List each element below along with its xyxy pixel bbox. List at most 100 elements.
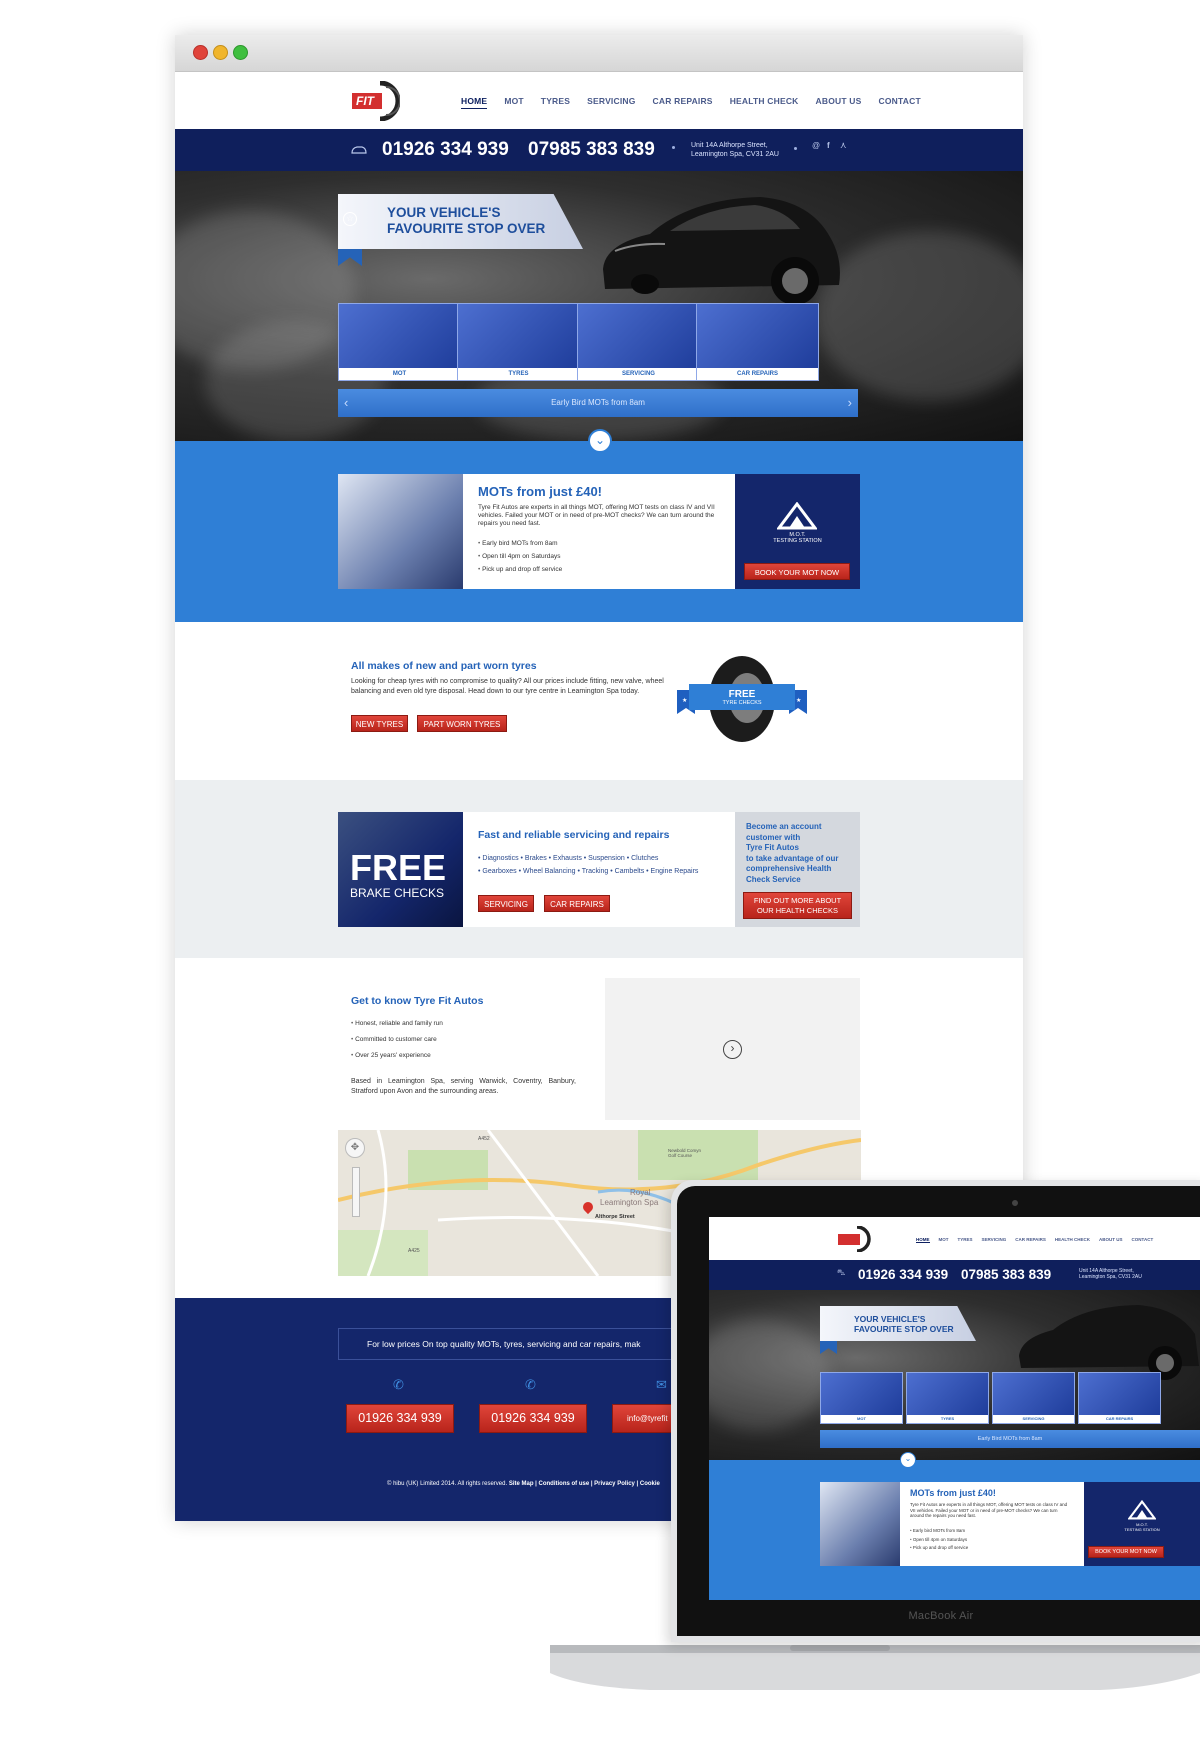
main-navigation: HOME MOT TYRES SERVICING CAR REPAIRS HEALTH C… — [461, 96, 938, 109]
scroll-down-icon[interactable]: ⌄ — [588, 429, 612, 453]
footer-links[interactable]: Site Map | Conditions of use | Privacy P… — [509, 1481, 660, 1487]
laptop-base — [550, 1645, 1200, 1690]
email-icon[interactable]: @ — [812, 141, 820, 150]
laptop-contact-bar: ⛍ 01926 334 939 07985 383 839 Unit 14A A… — [709, 1260, 1200, 1290]
laptop-nav-item-about-us[interactable]: ABOUT US — [1099, 1237, 1123, 1243]
separator-dot — [672, 146, 675, 149]
laptop-nav-item-health-check[interactable]: HEALTH CHECK — [1055, 1237, 1090, 1243]
mot-bullet: • Pick up and drop off service — [478, 566, 562, 573]
svg-text:★: ★ — [796, 697, 801, 704]
footer-copyright-line: © hibu (UK) Limited 2014. All rights res… — [387, 1481, 660, 1487]
footer-email-button[interactable]: info@tyrefit — [612, 1404, 672, 1433]
laptop-slider[interactable]: Early Bird MOTs from 8am — [820, 1430, 1200, 1448]
servicing-card: FREE BRAKE CHECKS Fast and reliable serv… — [338, 812, 860, 927]
account-promo-line: customer with — [746, 832, 801, 842]
free-heading: FREE — [350, 847, 447, 888]
site-logo[interactable]: FIT — [350, 80, 401, 122]
nav-item-about-us[interactable]: ABOUT US — [816, 96, 862, 109]
laptop-nav-item-servicing[interactable]: SERVICING — [982, 1237, 1007, 1243]
mot-bullet-text: Open till 4pm on Saturdays — [482, 553, 561, 560]
servicing-button[interactable]: SERVICING — [478, 895, 534, 912]
hero-slider[interactable]: ‹ Early Bird MOTs from 8am › — [338, 389, 858, 417]
service-tile-mot[interactable]: MOT — [338, 303, 461, 381]
minimize-dot-icon[interactable] — [213, 45, 228, 60]
laptop-nav-item-contact[interactable]: CONTACT — [1132, 1237, 1154, 1243]
nav-item-mot[interactable]: MOT — [504, 96, 523, 109]
nav-item-servicing[interactable]: SERVICING — [587, 96, 635, 109]
laptop-hero: YOUR VEHICLE'S FAVOURITE STOP OVER MOT TY… — [709, 1290, 1200, 1460]
play-icon[interactable]: › — [723, 1040, 742, 1059]
laptop-car-image — [1019, 1305, 1199, 1380]
service-tile-tyres[interactable]: TYRES — [457, 303, 580, 381]
mot-section: ⌄ MOTs from just £40! Tyre Fit Autos are… — [175, 429, 1023, 622]
laptop-nav-item-tyres[interactable]: TYRES — [958, 1237, 973, 1243]
phone-icon: ✆ — [525, 1377, 536, 1392]
tyres-title: All makes of new and part worn tyres — [351, 660, 537, 672]
nav-item-health-check[interactable]: HEALTH CHECK — [730, 96, 799, 109]
laptop-service-tile-car-repairs[interactable]: CAR REPAIRS — [1078, 1372, 1161, 1424]
laptop-service-tile-tyres[interactable]: TYRES — [906, 1372, 989, 1424]
laptop-scroll-down-icon[interactable]: ⌄ — [900, 1452, 916, 1468]
map-pan-control-icon[interactable]: ✥ — [345, 1138, 365, 1158]
laptop-book-mot-button[interactable]: BOOK YOUR MOT NOW — [1088, 1546, 1164, 1558]
facebook-icon[interactable]: f — [827, 141, 830, 150]
address: Unit 14A Althorpe Street, Leamington Spa… — [691, 141, 779, 159]
footer-phone-button-2[interactable]: 01926 334 939 — [479, 1404, 587, 1433]
laptop-ribbon-text: YOUR VEHICLE'S FAVOURITE STOP OVER — [854, 1314, 954, 1334]
ribbon-line-1: YOUR VEHICLE'S — [387, 205, 501, 220]
laptop-mot-bullet-text: Pick up and drop off service — [912, 1545, 969, 1550]
nav-item-car-repairs[interactable]: CAR REPAIRS — [653, 96, 713, 109]
mot-triangle-icon — [777, 502, 817, 530]
maximize-dot-icon[interactable] — [233, 45, 248, 60]
phone-icon: ✆ — [393, 1377, 404, 1392]
phone-number-secondary[interactable]: 07985 383 839 — [528, 139, 655, 161]
phone-number-primary[interactable]: 01926 334 939 — [382, 139, 509, 161]
laptop-mot-triangle-icon — [1128, 1500, 1156, 1520]
service-tile-car-repairs[interactable]: CAR REPAIRS — [696, 303, 819, 381]
laptop-mot-section: ⌄ MOTs from just £40! Tyre Fit Autos are… — [709, 1452, 1200, 1600]
banner-free: FREE — [728, 689, 756, 700]
car-repairs-button[interactable]: CAR REPAIRS — [544, 895, 610, 912]
book-mot-button[interactable]: BOOK YOUR MOT NOW — [744, 563, 850, 580]
laptop-service-tile-servicing[interactable]: SERVICING — [992, 1372, 1075, 1424]
part-worn-tyres-button[interactable]: PART WORN TYRES — [417, 715, 507, 732]
video-placeholder[interactable]: › — [605, 978, 860, 1120]
footer-phone-button-1[interactable]: 01926 334 939 — [346, 1404, 454, 1433]
laptop-phone-1[interactable]: 01926 334 939 — [858, 1267, 948, 1282]
nav-item-contact[interactable]: CONTACT — [879, 96, 921, 109]
laptop-navigation: HOME MOT TYRES SERVICING CAR REPAIRS HEALTH C… — [916, 1237, 1162, 1243]
laptop-nav-item-mot[interactable]: MOT — [939, 1237, 949, 1243]
nav-item-home[interactable]: HOME — [461, 96, 488, 109]
laptop-mot-bullet: • Pick up and drop off service — [910, 1545, 968, 1550]
laptop-nav-item-home[interactable]: HOME — [916, 1237, 930, 1243]
share-icon[interactable]: ⋏ — [840, 140, 847, 151]
new-tyres-button[interactable]: NEW TYRES — [351, 715, 408, 732]
email-icon: ✉ — [656, 1377, 667, 1392]
map-label: Royal — [630, 1188, 651, 1197]
slider-next-icon[interactable]: › — [848, 389, 852, 417]
camera-icon — [1012, 1200, 1018, 1206]
laptop-nav-item-car-repairs[interactable]: CAR REPAIRS — [1015, 1237, 1046, 1243]
account-promo-line: Tyre Fit Autos — [746, 843, 799, 852]
copyright-text: © hibu (UK) Limited 2014. All rights res… — [387, 1481, 508, 1487]
health-check-button[interactable]: FIND OUT MORE ABOUT OUR HEALTH CHECKS — [743, 892, 852, 919]
sports-car-image — [603, 197, 840, 305]
brake-checks-heading: BRAKE CHECKS — [350, 886, 445, 900]
servicing-section: FREE BRAKE CHECKS Fast and reliable serv… — [175, 780, 1023, 958]
laptop-service-tile-mot[interactable]: MOT — [820, 1372, 903, 1424]
free-tyre-checks-text: FREE TYRE CHECKS — [689, 690, 795, 707]
slider-prev-icon[interactable]: ‹ — [344, 389, 348, 417]
about-bullets: • Honest, reliable and family run • Commi… — [351, 1020, 443, 1068]
laptop-address-line-2: Leamington Spa, CV31 2AU — [1079, 1274, 1142, 1280]
laptop-mechanic-image — [820, 1482, 900, 1566]
service-tile-label: TYRES — [458, 368, 579, 380]
map-zoom-slider[interactable] — [352, 1167, 360, 1217]
close-dot-icon[interactable] — [193, 45, 208, 60]
nav-item-tyres[interactable]: TYRES — [541, 96, 570, 109]
laptop-site-logo[interactable] — [837, 1226, 873, 1252]
mot-card: MOTs from just £40! Tyre Fit Autos are e… — [338, 474, 860, 589]
service-tile-servicing[interactable]: SERVICING — [577, 303, 700, 381]
laptop-mot-body: Tyre Fit Autos are experts in all things… — [910, 1502, 1068, 1518]
health-check-button-line-1: FIND OUT MORE ABOUT — [753, 896, 842, 905]
laptop-phone-2[interactable]: 07985 383 839 — [961, 1267, 1051, 1282]
